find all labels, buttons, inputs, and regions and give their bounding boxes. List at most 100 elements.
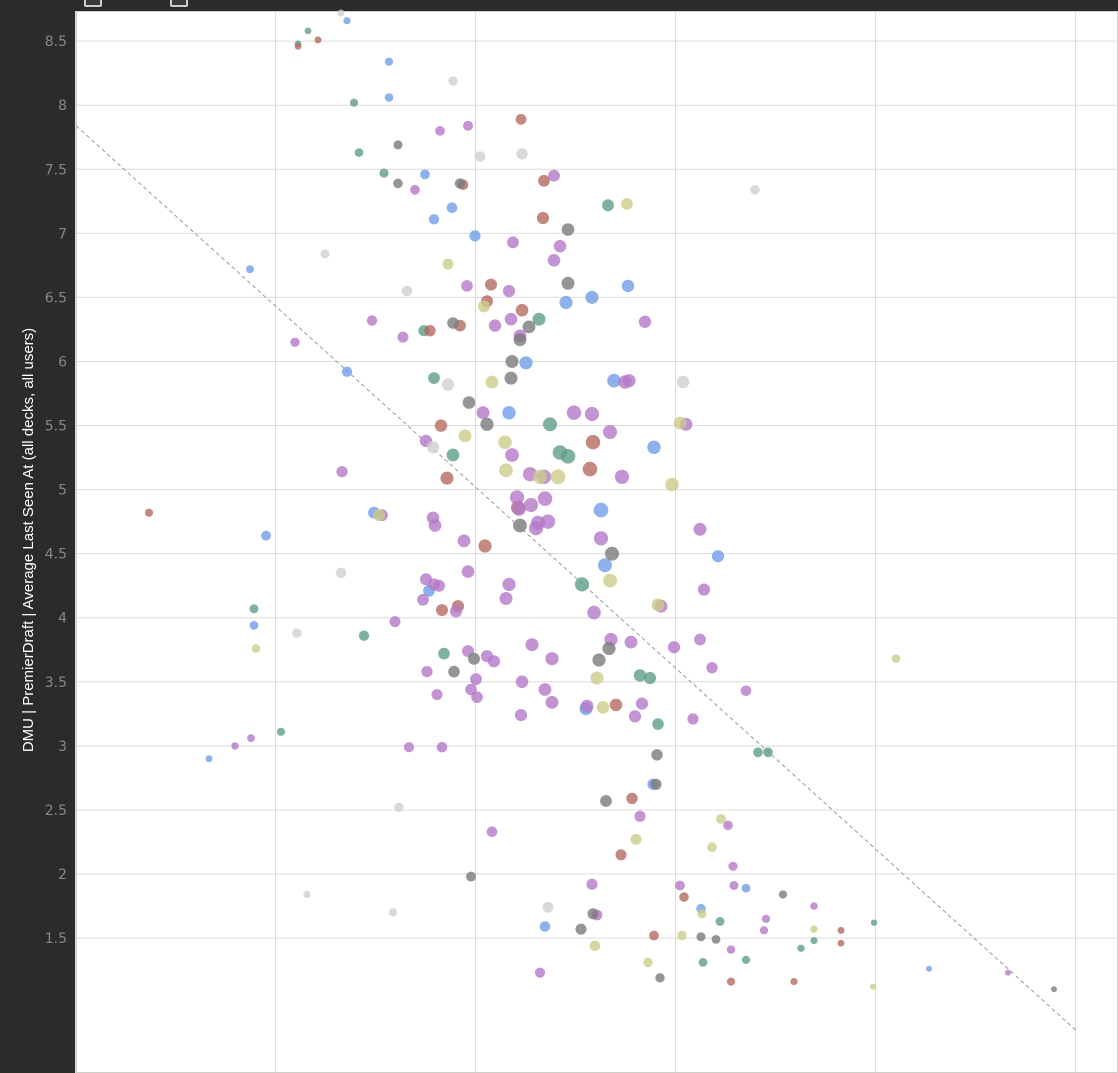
data-point[interactable] [694, 633, 706, 646]
data-point[interactable] [478, 300, 490, 313]
data-point[interactable] [522, 320, 536, 334]
data-point[interactable] [515, 113, 527, 125]
data-point[interactable] [354, 148, 364, 157]
data-point[interactable] [397, 331, 409, 343]
data-point[interactable] [559, 295, 573, 310]
data-point[interactable] [643, 671, 657, 685]
data-point[interactable] [462, 396, 476, 409]
data-point[interactable] [337, 9, 345, 17]
data-point[interactable] [810, 925, 818, 933]
data-point[interactable] [566, 405, 582, 420]
data-point[interactable] [537, 491, 553, 506]
data-point[interactable] [548, 169, 560, 182]
data-point[interactable] [247, 734, 255, 743]
data-point[interactable] [478, 539, 492, 553]
data-point[interactable] [716, 814, 726, 824]
data-point[interactable] [715, 916, 725, 926]
data-point[interactable] [810, 937, 818, 945]
data-point[interactable] [515, 675, 529, 689]
data-point[interactable] [696, 932, 706, 942]
data-point[interactable] [468, 652, 480, 665]
data-point[interactable] [635, 697, 649, 710]
data-point[interactable] [457, 534, 471, 548]
data-point[interactable] [436, 741, 448, 753]
data-point[interactable] [728, 861, 738, 871]
data-point[interactable] [388, 908, 398, 917]
data-point[interactable] [393, 140, 403, 150]
data-point[interactable] [474, 151, 486, 162]
data-point[interactable] [303, 890, 311, 899]
data-point[interactable] [621, 279, 635, 293]
data-point[interactable] [519, 356, 533, 370]
data-point[interactable] [587, 908, 599, 920]
data-point[interactable] [622, 374, 636, 388]
data-point[interactable] [650, 778, 662, 790]
data-point[interactable] [626, 792, 638, 805]
data-point[interactable] [726, 945, 736, 954]
data-point[interactable] [603, 573, 617, 588]
data-point[interactable] [249, 604, 259, 614]
data-point[interactable] [560, 449, 576, 464]
data-point[interactable] [679, 892, 689, 902]
data-point[interactable] [384, 57, 394, 66]
data-point[interactable] [373, 509, 385, 522]
data-point[interactable] [561, 223, 575, 236]
data-point[interactable] [514, 709, 528, 722]
data-point[interactable] [421, 666, 433, 678]
data-point[interactable] [643, 957, 653, 968]
data-point[interactable] [634, 810, 646, 822]
data-point[interactable] [502, 406, 516, 420]
data-point[interactable] [545, 695, 559, 709]
data-point[interactable] [513, 333, 527, 347]
data-point[interactable] [251, 644, 261, 653]
data-point[interactable] [205, 755, 213, 763]
data-point[interactable] [575, 923, 587, 935]
data-point[interactable] [711, 935, 721, 944]
data-point[interactable] [810, 902, 818, 910]
data-point[interactable] [499, 592, 513, 605]
data-point[interactable] [447, 317, 459, 329]
data-point[interactable] [463, 120, 473, 131]
data-point[interactable] [698, 958, 708, 967]
data-point[interactable] [502, 284, 516, 298]
data-point[interactable] [561, 276, 575, 290]
data-point[interactable] [461, 280, 473, 292]
data-point[interactable] [605, 546, 619, 561]
data-point[interactable] [428, 519, 442, 532]
data-point[interactable] [687, 713, 699, 725]
data-point[interactable] [870, 983, 876, 990]
data-point[interactable] [647, 440, 661, 454]
data-point[interactable] [926, 965, 932, 972]
data-point[interactable] [624, 635, 638, 649]
data-point[interactable] [513, 518, 527, 533]
data-point[interactable] [638, 315, 652, 328]
data-point[interactable] [585, 290, 599, 304]
data-point[interactable] [394, 802, 404, 813]
data-point[interactable] [539, 921, 551, 932]
data-point[interactable] [628, 710, 642, 723]
data-point[interactable] [759, 926, 769, 935]
data-point[interactable] [580, 699, 594, 713]
data-point[interactable] [448, 665, 460, 678]
data-point[interactable] [589, 940, 601, 952]
data-point[interactable] [336, 466, 348, 478]
data-point[interactable] [469, 230, 481, 242]
data-point[interactable] [341, 366, 353, 377]
data-point[interactable] [231, 742, 239, 750]
data-point[interactable] [630, 833, 642, 845]
data-point[interactable] [741, 883, 751, 893]
data-point[interactable] [144, 508, 154, 517]
data-point[interactable] [358, 630, 370, 641]
data-point[interactable] [428, 214, 440, 225]
data-point[interactable] [1005, 969, 1011, 976]
data-point[interactable] [292, 628, 302, 638]
data-point[interactable] [505, 355, 519, 368]
data-point[interactable] [461, 565, 475, 578]
data-point[interactable] [420, 169, 430, 180]
data-point[interactable] [586, 878, 598, 890]
data-point[interactable] [516, 148, 528, 160]
data-point[interactable] [574, 577, 590, 592]
data-point[interactable] [609, 698, 623, 712]
data-point[interactable] [417, 593, 429, 606]
data-point[interactable] [545, 652, 559, 666]
